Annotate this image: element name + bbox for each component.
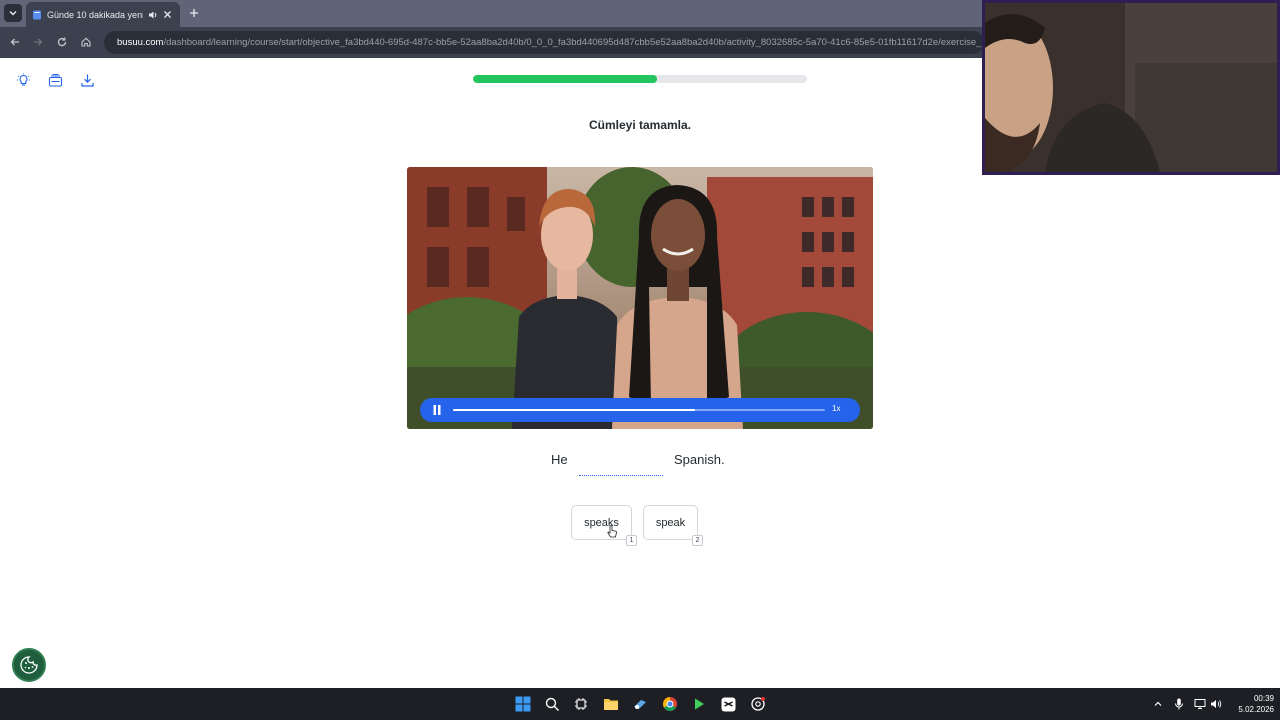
- choice-option-1-shortcut: 1: [626, 535, 637, 546]
- video-controls: 1x: [420, 398, 860, 422]
- download-button[interactable]: [79, 72, 95, 88]
- chevron-down-icon: [9, 11, 17, 16]
- network-icon: [1194, 699, 1206, 709]
- taskbar-search-button[interactable]: [543, 695, 561, 713]
- taskbar-cpu-app[interactable]: [572, 695, 590, 713]
- steam-icon: [634, 700, 646, 709]
- openai-icon: [751, 697, 765, 711]
- taskbar-capcut-app[interactable]: [719, 695, 737, 713]
- speaker-icon[interactable]: [148, 10, 158, 20]
- exercise-instruction: Cümleyi tamamla.: [588, 118, 692, 132]
- search-icon: [545, 697, 559, 711]
- capcut-icon: [721, 697, 735, 711]
- clock-time: 00:39: [1253, 694, 1274, 703]
- chevron-up-icon: [1154, 701, 1162, 706]
- lesson-progress-bar: [473, 75, 807, 83]
- back-button[interactable]: [8, 35, 22, 49]
- pause-button[interactable]: [430, 403, 444, 417]
- chrome-icon: [663, 697, 677, 711]
- close-icon[interactable]: [163, 10, 172, 19]
- microphone-icon: [1175, 698, 1183, 710]
- mouse-cursor-icon: [607, 525, 617, 538]
- start-button[interactable]: [514, 695, 532, 713]
- home-icon: [81, 37, 91, 47]
- cookie-settings-button[interactable]: [12, 648, 46, 682]
- folder-icon: [604, 699, 618, 710]
- sentence-before-blank: He: [551, 452, 568, 467]
- tray-network[interactable]: [1194, 698, 1206, 710]
- url-host: busuu.com: [117, 37, 164, 48]
- sentence-blank-slot[interactable]: [579, 474, 663, 476]
- arrow-left-icon: [10, 38, 19, 46]
- cpu-icon: [575, 698, 587, 710]
- sentence-after-blank: Spanish.: [674, 452, 725, 467]
- reload-icon: [57, 37, 67, 47]
- taskbar-openai-app[interactable]: [749, 695, 767, 713]
- tips-button[interactable]: [15, 72, 31, 88]
- windows-taskbar: 00:39 5.02.2026: [0, 688, 1280, 720]
- forward-button[interactable]: [31, 35, 45, 49]
- tray-microphone[interactable]: [1173, 698, 1185, 710]
- playback-speed-button[interactable]: 1x: [832, 404, 840, 413]
- taskbar-file-explorer[interactable]: [602, 695, 620, 713]
- windows-icon: [515, 696, 531, 712]
- video-frame-image: [407, 167, 873, 429]
- flashcards-button[interactable]: [47, 72, 63, 88]
- tray-overflow-button[interactable]: [1152, 698, 1164, 710]
- speaker-icon: [1211, 700, 1222, 708]
- taskbar-media-app[interactable]: [690, 695, 708, 713]
- webcam-overlay: [982, 0, 1280, 175]
- home-button[interactable]: [79, 35, 93, 49]
- cards-icon: [48, 73, 62, 87]
- taskbar-chrome-app[interactable]: [661, 695, 679, 713]
- choice-option-1[interactable]: speaks: [571, 505, 632, 540]
- url-text: busuu.com/dashboard/learning/course/star…: [117, 37, 984, 48]
- choice-option-2-shortcut: 2: [692, 535, 703, 546]
- clock-date: 5.02.2026: [1238, 705, 1274, 714]
- screen: Günde 10 dakikada yeni bir busuu.com/das…: [0, 0, 1280, 720]
- reload-button[interactable]: [55, 35, 69, 49]
- new-tab-button[interactable]: [186, 5, 202, 21]
- video-player[interactable]: 1x: [407, 167, 873, 429]
- arrow-right-icon: [34, 38, 43, 46]
- lesson-progress-fill: [473, 75, 657, 83]
- lightbulb-icon: [16, 73, 30, 86]
- url-path: /dashboard/learning/course/start/objecti…: [163, 37, 984, 48]
- choice-option-2[interactable]: speak: [643, 505, 698, 540]
- busuu-favicon-icon: [33, 10, 41, 19]
- tab-search-button[interactable]: [4, 4, 22, 22]
- tab-title: Günde 10 dakikada yeni bir: [47, 9, 143, 20]
- video-seek-fill: [453, 409, 695, 411]
- address-bar[interactable]: busuu.com/dashboard/learning/course/star…: [104, 31, 984, 54]
- download-icon: [80, 74, 94, 87]
- play-arrow-icon: [695, 698, 704, 710]
- video-seek-bar[interactable]: [453, 409, 825, 411]
- choice-option-2-label: speak: [655, 516, 686, 529]
- pause-icon: [433, 405, 441, 415]
- taskbar-clock[interactable]: 00:39 5.02.2026: [1226, 693, 1274, 715]
- cookie-icon: [20, 656, 38, 674]
- webcam-feed-image: [985, 3, 1277, 172]
- taskbar-steam-app[interactable]: [631, 695, 649, 713]
- plus-icon: [190, 9, 198, 17]
- tray-volume[interactable]: [1210, 698, 1222, 710]
- browser-tab-active[interactable]: Günde 10 dakikada yeni bir: [26, 2, 180, 27]
